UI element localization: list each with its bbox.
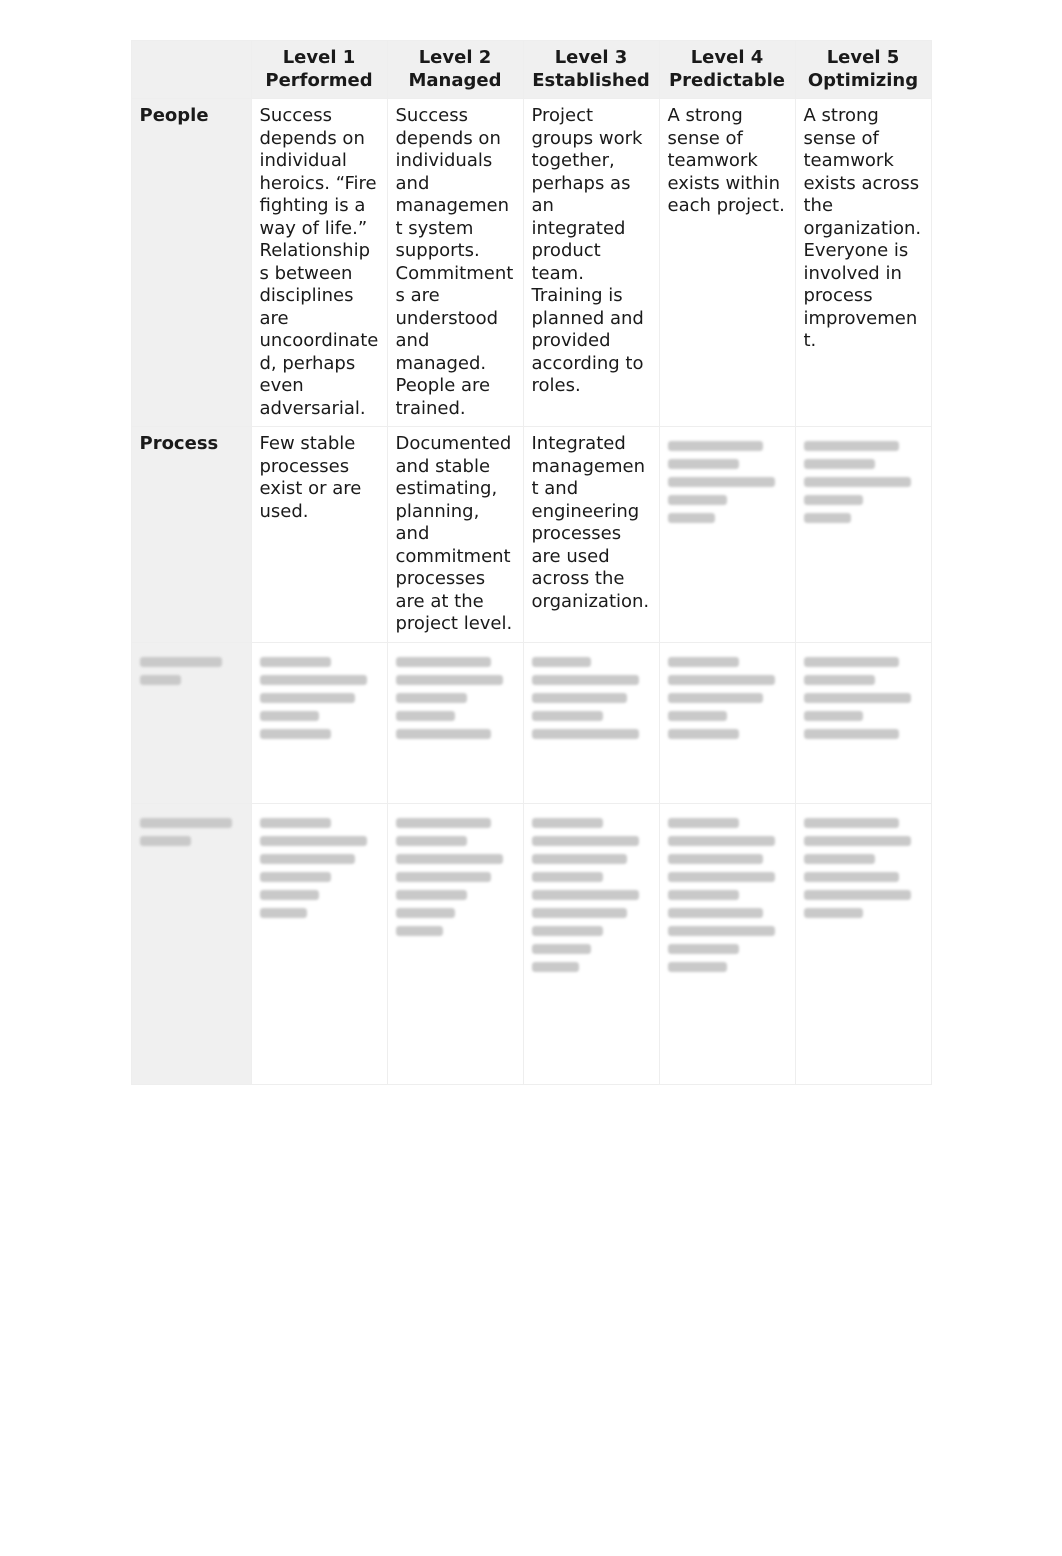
redacted-cell-td — [387, 642, 523, 803]
table-row — [131, 803, 931, 1084]
cell-people-level2: Success depends on individuals and manag… — [387, 99, 523, 427]
cell-process-level5 — [795, 427, 931, 643]
redacted-cell-td — [659, 642, 795, 803]
header-level-5: Level 5 Optimizing — [795, 41, 931, 99]
maturity-table: Level 1 Performed Level 2 Managed Level … — [131, 40, 932, 1085]
redacted-cell — [804, 441, 923, 561]
cell-process-level3: Integrated management and engineering pr… — [523, 427, 659, 643]
header-level-3: Level 3 Established — [523, 41, 659, 99]
cell-people-level4: A strong sense of teamwork exists within… — [659, 99, 795, 427]
cell-people-level1: Success depends on individual heroics. “… — [251, 99, 387, 427]
header-level-4: Level 4 Predictable — [659, 41, 795, 99]
redacted-cell-td — [251, 803, 387, 1084]
redacted-cell — [804, 657, 923, 797]
row-label-process: Process — [131, 427, 251, 643]
redacted-cell — [140, 818, 243, 938]
redacted-cell — [668, 818, 787, 1078]
table-header-row: Level 1 Performed Level 2 Managed Level … — [131, 41, 931, 99]
table-row: Process Few stable processes exist or ar… — [131, 427, 931, 643]
row-label-redacted — [131, 803, 251, 1084]
redacted-cell-td — [659, 803, 795, 1084]
redacted-cell-td — [251, 642, 387, 803]
redacted-cell — [396, 657, 515, 797]
redacted-cell — [668, 441, 787, 561]
header-level-1: Level 1 Performed — [251, 41, 387, 99]
redacted-cell-td — [795, 803, 931, 1084]
redacted-cell — [668, 657, 787, 797]
redacted-cell — [532, 818, 651, 1078]
cell-people-level3: Project groups work together, perhaps as… — [523, 99, 659, 427]
redacted-cell — [532, 657, 651, 797]
redacted-cell-td — [387, 803, 523, 1084]
cell-people-level5: A strong sense of teamwork exists across… — [795, 99, 931, 427]
redacted-cell — [260, 818, 379, 1078]
header-corner — [131, 41, 251, 99]
cell-process-level1: Few stable processes exist or are used. — [251, 427, 387, 643]
table-row: People Success depends on individual her… — [131, 99, 931, 427]
redacted-cell — [396, 818, 515, 1078]
row-label-redacted — [131, 642, 251, 803]
redacted-cell — [260, 657, 379, 797]
redacted-cell — [140, 657, 243, 777]
redacted-cell — [804, 818, 923, 1078]
document-page: Level 1 Performed Level 2 Managed Level … — [0, 0, 1062, 1385]
header-level-2: Level 2 Managed — [387, 41, 523, 99]
row-label-people: People — [131, 99, 251, 427]
cell-process-level2: Documented and stable estimating, planni… — [387, 427, 523, 643]
cell-process-level4 — [659, 427, 795, 643]
redacted-cell-td — [795, 642, 931, 803]
redacted-cell-td — [523, 642, 659, 803]
table-row — [131, 642, 931, 803]
redacted-cell-td — [523, 803, 659, 1084]
